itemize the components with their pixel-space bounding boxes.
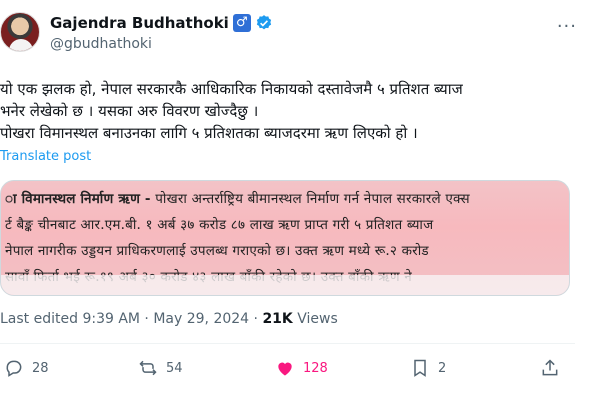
repost-count: 54: [166, 360, 183, 376]
author-name-row: Gajendra Budhathoki ♂: [50, 14, 273, 32]
repost-button[interactable]: 54: [138, 358, 183, 378]
share-button[interactable]: [540, 358, 560, 378]
like-icon: [278, 362, 292, 376]
reply-button[interactable]: 28: [4, 358, 49, 378]
tweet-line: यो एक झलक हो, नेपाल सरकारकै आधिकारिक निक…: [0, 80, 463, 98]
author-handle[interactable]: @gbudhathoki: [50, 36, 152, 52]
tweet-meta: Last edited 9:39 AM · May 29, 2024 · 21K…: [0, 311, 338, 327]
like-button[interactable]: 128: [275, 358, 328, 378]
more-icon[interactable]: ···: [557, 16, 577, 37]
gender-badge-icon: ♂: [232, 14, 251, 32]
document-heading: ा विमानस्थल निर्माण ऋण -: [5, 191, 151, 207]
verified-icon: [256, 15, 271, 30]
reply-count: 28: [32, 360, 49, 376]
tweet-line: पोखरा विमानस्थल बनाउनका लागि ५ प्रतिशतका…: [0, 124, 418, 142]
divider: [0, 343, 575, 344]
share-icon: [542, 359, 558, 376]
image-overlay-strip: [1, 275, 569, 295]
attached-image[interactable]: ा विमानस्थल निर्माण ऋण - पोखरा अन्तर्राष…: [0, 180, 570, 296]
document-line: नेपाल नागरीक उड्डयन प्राधिकरणलाई उपलब्ध …: [5, 243, 429, 259]
repost-icon: [139, 360, 157, 376]
document-line: ा विमानस्थल निर्माण ऋण - पोखरा अन्तर्राष…: [5, 189, 470, 207]
tweet-text: यो एक झलक हो, नेपाल सरकारकै आधिकारिक निक…: [0, 78, 590, 144]
document-text: पोखरा अन्तर्राष्ट्रिय बीमानस्थल निर्माण …: [155, 191, 470, 207]
bookmark-button[interactable]: 2: [410, 358, 446, 378]
edited-timestamp[interactable]: Last edited 9:39 AM · May 29, 2024 ·: [0, 311, 262, 327]
avatar[interactable]: [0, 12, 40, 52]
tweet-line: भनेर लेखेको छ । यसका अरु विवरण खोज्दैछु …: [0, 102, 259, 120]
tweet-header: Gajendra Budhathoki ♂ @gbudhathoki ···: [0, 0, 599, 70]
bookmark-count: 2: [438, 360, 447, 376]
document-line: र्ट बैङ्क चीनबाट आर.एम.बी. १ अर्ब ३७ करो…: [5, 217, 434, 233]
like-count: 128: [303, 360, 328, 376]
views-count: 21K: [262, 311, 293, 327]
author-name[interactable]: Gajendra Budhathoki: [50, 14, 229, 32]
reply-icon: [6, 360, 22, 377]
translate-post-link[interactable]: Translate post: [0, 149, 91, 164]
bookmark-icon: [414, 359, 426, 377]
views-label: Views: [292, 311, 338, 327]
action-bar: 28 54 128 2: [0, 358, 575, 382]
